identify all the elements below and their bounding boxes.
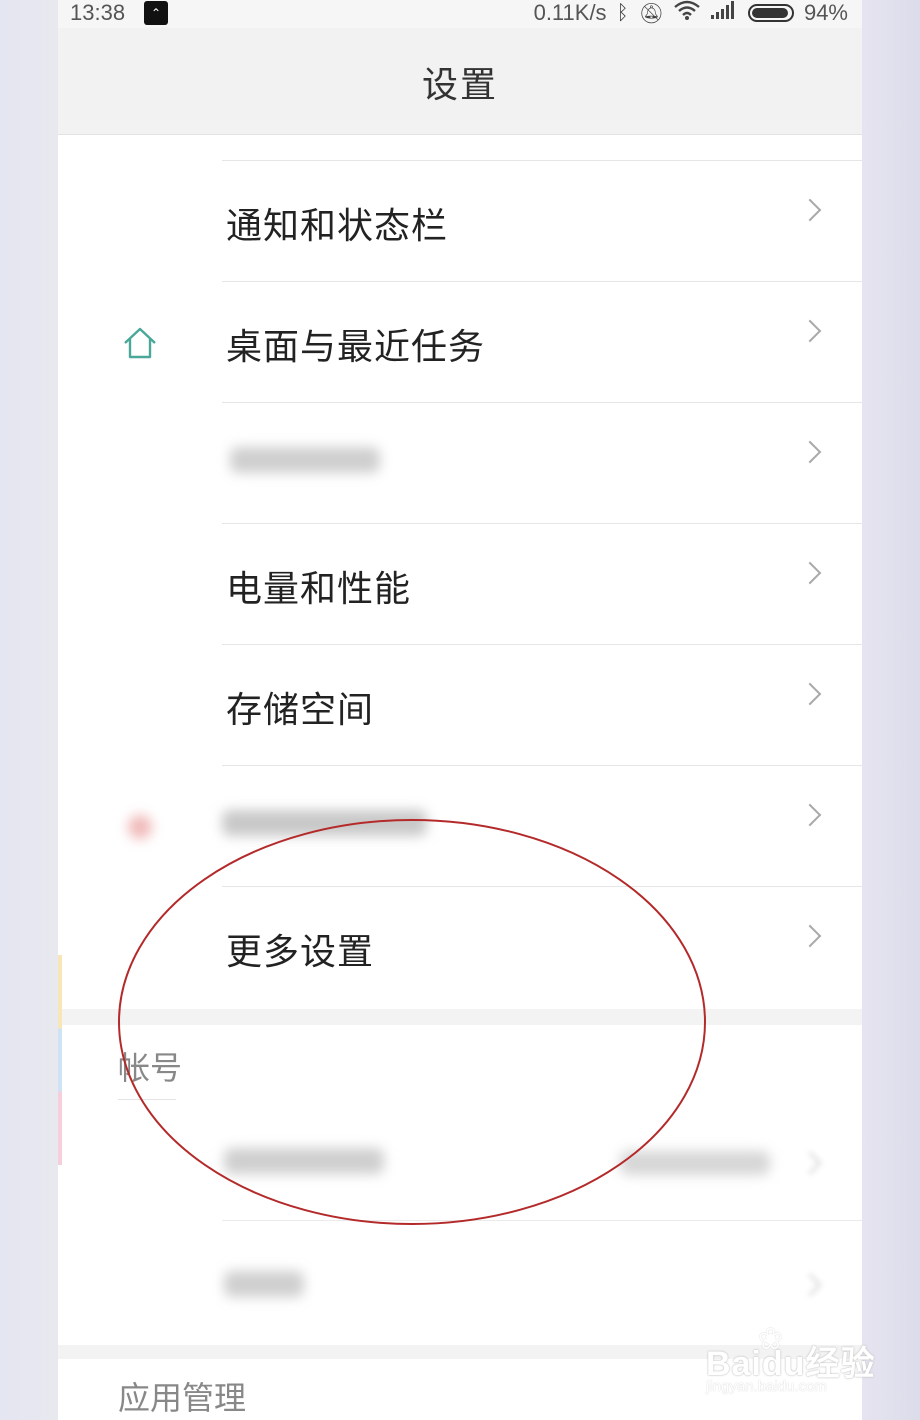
settings-item-notifications[interactable]: 通知和状态栏: [58, 160, 862, 281]
divider: [222, 523, 862, 524]
chevron-right-icon: [798, 1273, 822, 1297]
divider: [222, 765, 862, 766]
settings-item-label: 存储空间: [226, 690, 375, 731]
settings-item-blurred[interactable]: [58, 402, 862, 523]
edge-decoration: [58, 955, 62, 1165]
settings-item-more[interactable]: 更多设置: [58, 886, 862, 1007]
chevron-right-icon: [798, 803, 822, 827]
chevron-right-icon: [798, 440, 822, 464]
page-title: 设置: [421, 65, 498, 106]
battery-icon: [747, 4, 794, 22]
chevron-right-icon: [798, 319, 822, 343]
account-section: 帐号: [58, 1025, 862, 1345]
settings-item-label: 通知和状态栏: [226, 206, 449, 247]
divider: [118, 1099, 176, 1100]
divider: [222, 644, 862, 645]
phone-screen: 13:38 ⌃ 0.11K/s ᛒ 🔕︎ 94% 设置 通知和状态栏 桌面与最近…: [58, 0, 862, 1420]
settings-item-label: 电量和性能: [226, 569, 412, 610]
chevron-right-icon: [798, 1151, 822, 1175]
account-item-blurred[interactable]: [222, 1263, 312, 1312]
settings-item-label: 更多设置: [226, 932, 375, 973]
signal-icon: [710, 0, 738, 26]
chevron-right-icon: [798, 198, 822, 222]
chevron-right-icon: [798, 924, 822, 948]
settings-item-battery[interactable]: 电量和性能: [58, 523, 862, 644]
app-notification-icon: ⌃: [144, 1, 168, 25]
divider: [222, 1220, 862, 1221]
mute-icon: 🔕︎: [638, 2, 664, 25]
section-header-apps: 应用管理: [118, 1379, 247, 1417]
bluetooth-icon: ᛒ: [616, 1, 629, 24]
settings-list: 通知和状态栏 桌面与最近任务 电量和性能 存储空间 更多设置: [58, 135, 862, 1009]
title-bar: 设置: [58, 28, 862, 135]
home-icon: [122, 325, 158, 361]
chevron-right-icon: [798, 682, 822, 706]
settings-item-blurred[interactable]: [58, 765, 862, 886]
battery-percent: 94%: [803, 0, 848, 25]
divider: [222, 402, 862, 403]
baidu-watermark: ❀ Baidu经验 jingyan.baidu.com: [706, 1322, 876, 1402]
section-header-account: 帐号: [118, 1049, 183, 1087]
account-item-blurred[interactable]: [222, 1140, 392, 1189]
status-time: 13:38: [70, 0, 126, 25]
status-bar: 13:38 ⌃ 0.11K/s ᛒ 🔕︎ 94%: [58, 0, 862, 28]
watermark-url: jingyan.baidu.com: [706, 1378, 827, 1395]
divider: [222, 160, 862, 161]
divider: [222, 886, 862, 887]
settings-item-desktop[interactable]: 桌面与最近任务: [58, 281, 862, 402]
chevron-right-icon: [798, 561, 822, 585]
divider: [222, 281, 862, 282]
status-right-group: 0.11K/s ᛒ 🔕︎ 94%: [534, 0, 848, 26]
wifi-icon: [674, 0, 700, 26]
settings-item-label-blurred: [218, 802, 438, 851]
settings-item-label: 桌面与最近任务: [226, 327, 486, 368]
settings-item-label-blurred: [226, 439, 386, 488]
account-item-value-blurred: [618, 1143, 778, 1191]
section-divider: [58, 1009, 862, 1025]
network-speed: 0.11K/s: [533, 0, 607, 25]
blurred-icon: [122, 809, 158, 845]
settings-item-storage[interactable]: 存储空间: [58, 644, 862, 765]
